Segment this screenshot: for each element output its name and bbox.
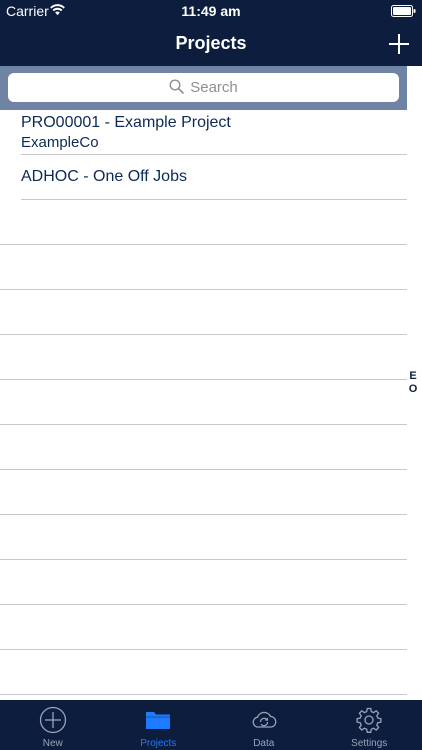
- tab-settings[interactable]: Settings: [317, 700, 422, 750]
- plus-circle-icon: [39, 706, 66, 734]
- search-placeholder: Search: [190, 79, 238, 96]
- section-index-o[interactable]: O: [408, 383, 418, 396]
- status-time: 11:49 am: [181, 3, 241, 19]
- project-list: PRO00001 - Example Project ExampleCo ADH…: [0, 110, 407, 200]
- status-bar: Carrier 11:49 am: [0, 0, 422, 22]
- empty-row: [0, 605, 407, 650]
- empty-row: [0, 650, 407, 695]
- project-title: PRO00001 - Example Project: [21, 114, 231, 131]
- empty-row: [0, 200, 407, 245]
- cloud-sync-icon: [252, 711, 277, 728]
- tab-label: New: [42, 738, 63, 749]
- empty-row: [0, 470, 407, 515]
- add-project-button[interactable]: [386, 31, 412, 57]
- folder-icon: [146, 712, 171, 729]
- search-icon: [169, 79, 185, 94]
- tab-projects[interactable]: Projects: [106, 700, 212, 750]
- project-client: ExampleCo: [21, 134, 99, 151]
- tab-new[interactable]: New: [0, 700, 106, 750]
- empty-row: [0, 425, 407, 470]
- tab-label: Settings: [351, 738, 388, 749]
- tab-data[interactable]: Data: [211, 700, 317, 750]
- search-bar: Search: [0, 66, 407, 110]
- app-screen: Carrier 11:49 am Projects Search PRO0000…: [0, 0, 422, 750]
- empty-row: [0, 335, 407, 380]
- project-row[interactable]: ADHOC - One Off Jobs: [21, 155, 407, 200]
- battery-icon: [391, 5, 416, 17]
- search-placeholder-wrap: Search: [8, 79, 399, 96]
- empty-row: [0, 515, 407, 560]
- page-title: Projects: [175, 33, 247, 53]
- empty-row: [0, 380, 407, 425]
- navigation-bar: Projects: [0, 22, 422, 66]
- empty-row: [0, 560, 407, 605]
- empty-rows: [0, 200, 407, 695]
- tab-bar: New Projects Data Settings: [0, 700, 422, 750]
- project-row[interactable]: PRO00001 - Example Project ExampleCo: [21, 110, 407, 155]
- section-index: E O: [408, 370, 418, 396]
- search-input[interactable]: Search: [8, 73, 399, 102]
- section-index-e[interactable]: E: [408, 370, 418, 383]
- project-title: ADHOC - One Off Jobs: [21, 168, 187, 185]
- empty-row: [0, 290, 407, 335]
- tab-label: Data: [253, 738, 275, 749]
- gear-icon: [356, 707, 382, 733]
- tab-label: Projects: [140, 738, 177, 749]
- empty-row: [0, 245, 407, 290]
